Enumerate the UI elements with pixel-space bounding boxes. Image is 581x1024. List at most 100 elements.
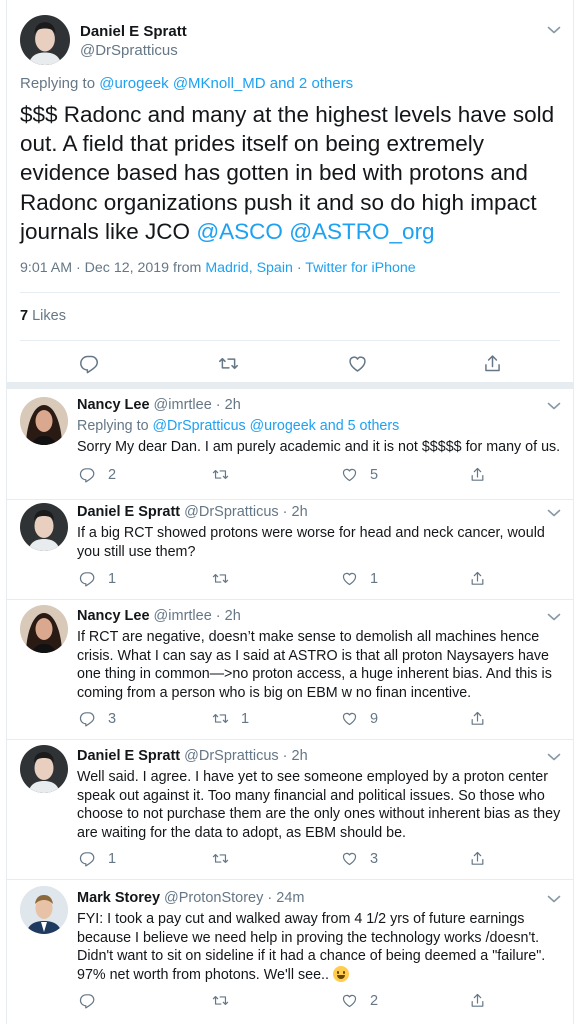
reply-icon [79, 570, 96, 587]
share-button[interactable] [469, 992, 486, 1009]
reply-tweet[interactable]: Mark Storey @ProtonStorey · 24m FYI: I to… [7, 880, 573, 1024]
retweet-icon [218, 353, 239, 374]
reply-icon [79, 850, 96, 867]
like-button[interactable]: 3 [341, 850, 378, 867]
avatar-image [20, 397, 68, 445]
chevron-down-icon[interactable] [547, 401, 561, 411]
reply-header: Nancy Lee @imrtlee · 2h [77, 608, 241, 624]
reply-tweet[interactable]: Nancy Lee @imrtlee · 2h Replying to @DrSp… [7, 397, 573, 500]
retweet-button[interactable] [212, 466, 241, 483]
thread-separator [7, 383, 573, 389]
like-count: 9 [370, 710, 379, 727]
chevron-down-icon[interactable] [547, 894, 561, 904]
replying-to-link[interactable]: @DrSpratticus @urogeek and 5 others [153, 418, 400, 434]
avatar[interactable] [20, 745, 68, 793]
reply-button[interactable]: 1 [79, 850, 116, 867]
reply-tweet[interactable]: Daniel E Spratt @DrSpratticus · 2h If a b… [7, 500, 573, 600]
author-handle[interactable]: @imrtlee [154, 608, 212, 624]
share-button[interactable] [482, 353, 503, 374]
avatar[interactable] [20, 605, 68, 653]
retweet-button[interactable]: 1 [212, 710, 249, 727]
reply-header: Mark Storey @ProtonStorey · 24m [77, 890, 304, 906]
reply-button[interactable]: 3 [79, 710, 116, 727]
reply-time[interactable]: · 2h [279, 748, 308, 764]
like-button[interactable]: 2 [341, 992, 378, 1009]
share-icon [482, 353, 503, 374]
avatar[interactable] [20, 503, 68, 551]
author-handle[interactable]: @imrtlee [154, 397, 212, 413]
author-handle[interactable]: @ProtonStorey [164, 890, 263, 906]
heart-icon [341, 850, 358, 867]
like-button[interactable]: 9 [341, 710, 378, 727]
reply-text-body: FYI: I took a pay cut and walked away fr… [77, 911, 546, 983]
reply-header: Daniel E Spratt @DrSpratticus · 2h [77, 748, 308, 764]
reply-icon [79, 992, 96, 1009]
retweet-button[interactable] [212, 992, 241, 1009]
replying-to-prefix: Replying to [20, 75, 100, 92]
retweet-icon [212, 570, 229, 587]
like-count: 1 [370, 570, 379, 587]
share-button[interactable] [469, 466, 486, 483]
reply-count: 1 [108, 570, 117, 587]
retweet-button[interactable] [212, 570, 241, 587]
author-name[interactable]: Nancy Lee [77, 397, 150, 413]
share-button[interactable] [469, 850, 486, 867]
tweet-timestamp[interactable]: 9:01 AM · Dec 12, 2019 from [20, 260, 205, 276]
like-button[interactable]: 5 [341, 466, 378, 483]
mention-astro[interactable]: @ASTRO_org [289, 219, 434, 244]
avatar[interactable] [20, 397, 68, 445]
author-name[interactable]: Mark Storey [77, 890, 160, 906]
like-button[interactable]: 1 [341, 570, 378, 587]
author-name[interactable]: Nancy Lee [77, 608, 150, 624]
author-name[interactable]: Daniel E Spratt [77, 504, 180, 520]
reply-tweet[interactable]: Daniel E Spratt @DrSpratticus · 2h Well s… [7, 740, 573, 880]
reply-time[interactable]: · 24m [263, 890, 304, 906]
tweet-source[interactable]: Twitter for iPhone [305, 260, 415, 276]
share-icon [469, 850, 486, 867]
reply-time[interactable]: · 2h [212, 397, 241, 413]
chevron-down-icon[interactable] [547, 508, 561, 518]
chevron-down-icon[interactable] [547, 25, 561, 35]
retweet-icon [212, 466, 229, 483]
divider [20, 340, 560, 341]
replying-to: Replying to @urogeek @MKnoll_MD and 2 ot… [20, 75, 353, 92]
share-button[interactable] [469, 710, 486, 727]
reply-count: 2 [108, 466, 117, 483]
reply-button[interactable] [79, 353, 100, 374]
author-handle[interactable]: @DrSpratticus [80, 42, 178, 59]
heart-icon [341, 992, 358, 1009]
chevron-down-icon[interactable] [547, 752, 561, 762]
retweet-button[interactable] [212, 850, 241, 867]
avatar-image [20, 745, 68, 793]
likes-summary[interactable]: 7 Likes [20, 308, 66, 324]
reply-time[interactable]: · 2h [212, 608, 241, 624]
reply-time[interactable]: · 2h [279, 504, 308, 520]
replying-to: Replying to @DrSpratticus @urogeek and 5… [77, 418, 399, 434]
author-handle[interactable]: @DrSpratticus [184, 504, 279, 520]
author-name[interactable]: Daniel E Spratt [77, 748, 180, 764]
author-handle[interactable]: @DrSpratticus [184, 748, 279, 764]
avatar[interactable] [20, 886, 68, 934]
tweet-text-body: $$$ Radonc and many at the highest level… [20, 102, 555, 244]
avatar[interactable] [20, 15, 70, 65]
tweet-location[interactable]: Madrid, Spain [205, 260, 293, 276]
share-button[interactable] [469, 570, 486, 587]
reply-text: Sorry My dear Dan. I am purely academic … [77, 439, 561, 455]
reply-button[interactable] [79, 992, 108, 1009]
retweet-button[interactable] [218, 353, 239, 374]
reply-button[interactable]: 2 [79, 466, 116, 483]
like-count: 2 [370, 992, 379, 1009]
reply-icon [79, 353, 100, 374]
reply-text: If RCT are negative, doesn’t make sense … [77, 629, 552, 701]
share-icon [469, 710, 486, 727]
mention-asco[interactable]: @ASCO [196, 219, 283, 244]
chevron-down-icon[interactable] [547, 612, 561, 622]
replying-to-prefix: Replying to [77, 418, 153, 434]
heart-icon [347, 353, 368, 374]
like-button[interactable] [347, 353, 368, 374]
divider [20, 292, 560, 293]
reply-button[interactable]: 1 [79, 570, 116, 587]
author-name[interactable]: Daniel E Spratt [80, 23, 187, 40]
replying-to-link[interactable]: @urogeek @MKnoll_MD and 2 others [99, 75, 353, 92]
reply-tweet[interactable]: Nancy Lee @imrtlee · 2h If RCT are negati… [7, 600, 573, 740]
